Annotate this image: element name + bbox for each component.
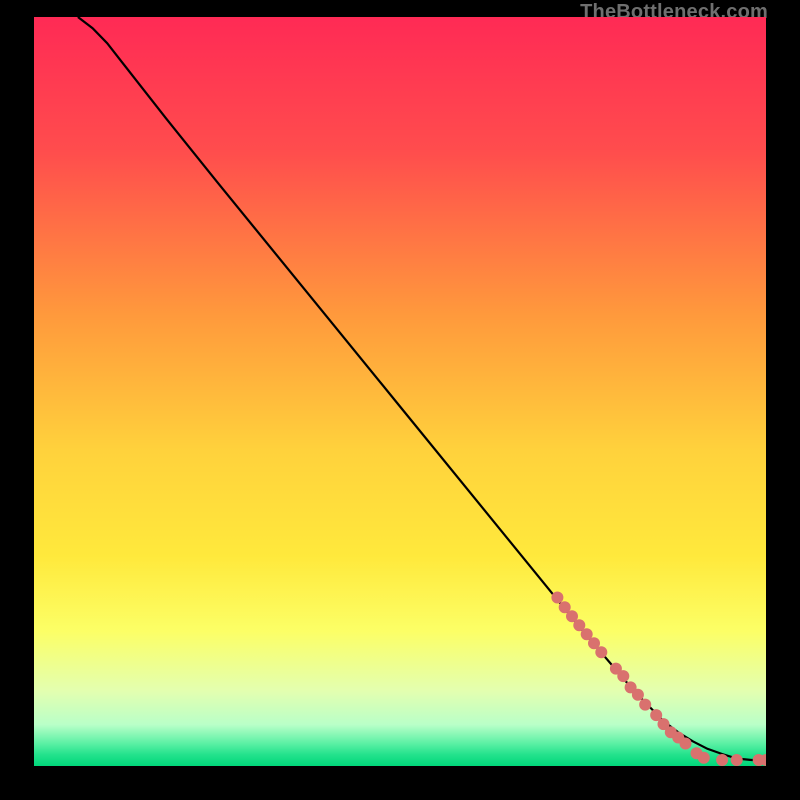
marker-dot bbox=[617, 670, 629, 682]
marker-dot bbox=[698, 752, 710, 764]
marker-dot bbox=[731, 754, 743, 766]
marker-dot bbox=[595, 646, 607, 658]
gradient-background bbox=[34, 17, 766, 766]
marker-dot bbox=[639, 699, 651, 711]
marker-dot bbox=[551, 592, 563, 604]
marker-dot bbox=[632, 689, 644, 701]
marker-dot bbox=[680, 738, 692, 750]
chart-svg bbox=[34, 17, 766, 766]
chart-frame: TheBottleneck.com bbox=[0, 0, 800, 800]
plot-area bbox=[34, 17, 766, 766]
marker-dot bbox=[716, 754, 728, 766]
